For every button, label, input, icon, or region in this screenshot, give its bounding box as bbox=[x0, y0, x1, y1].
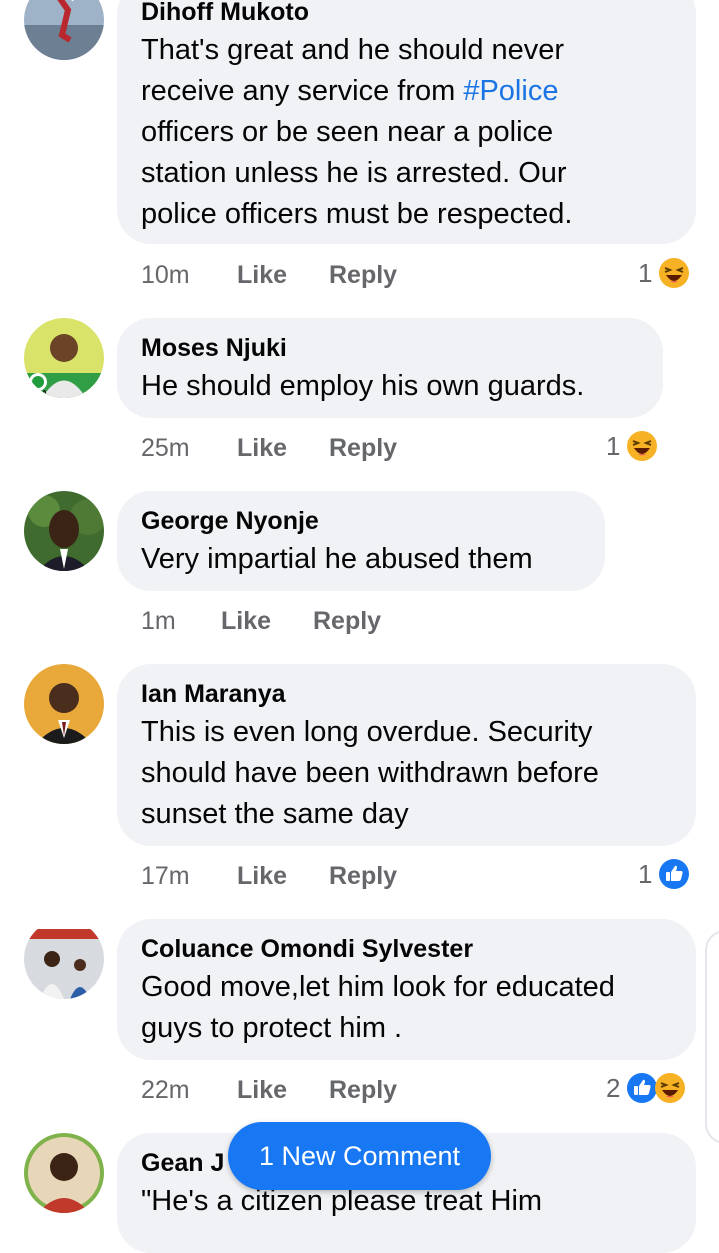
comment-text: He should employ his own guards. bbox=[141, 370, 585, 402]
uda-badge-text: UDA bbox=[30, 389, 48, 398]
comment-text: Good move,let him look for educated guys… bbox=[141, 971, 615, 1044]
like-button[interactable]: Like bbox=[237, 261, 287, 290]
like-button[interactable]: Like bbox=[237, 434, 287, 463]
haha-icon bbox=[654, 1072, 686, 1104]
commenter-name[interactable]: Moses Njuki bbox=[141, 334, 287, 363]
reaction-summary[interactable]: 2 bbox=[606, 1072, 686, 1104]
commenter-name[interactable]: George Nyonje bbox=[141, 507, 319, 536]
comment-text: That's great and he should never receive… bbox=[141, 34, 573, 230]
commenter-name[interactable]: Dihoff Mukoto bbox=[141, 0, 309, 27]
avatar[interactable] bbox=[24, 491, 104, 571]
commenter-name[interactable]: Coluance Omondi Sylvester bbox=[141, 935, 473, 964]
avatar[interactable] bbox=[24, 664, 104, 744]
comment-text: This is even long overdue. Security shou… bbox=[141, 716, 599, 830]
reaction-summary[interactable]: 1 bbox=[638, 257, 690, 289]
avatar[interactable] bbox=[24, 1133, 104, 1213]
comment-time: 22m bbox=[141, 1076, 190, 1104]
like-icon bbox=[658, 858, 690, 890]
avatar[interactable] bbox=[24, 0, 104, 60]
comment-bubble: Moses Njuki He should employ his own gua… bbox=[117, 318, 663, 418]
comment-time: 10m bbox=[141, 261, 190, 289]
reply-button[interactable]: Reply bbox=[329, 862, 397, 891]
comment-time: 17m bbox=[141, 862, 190, 890]
reply-button[interactable]: Reply bbox=[313, 607, 381, 636]
reaction-summary[interactable]: 1 bbox=[638, 858, 690, 890]
haha-icon bbox=[658, 257, 690, 289]
like-button[interactable]: Like bbox=[237, 1076, 287, 1105]
commenter-name[interactable]: Gean J bbox=[141, 1149, 224, 1178]
comment-bubble: George Nyonje Very impartial he abused t… bbox=[117, 491, 605, 591]
reaction-count: 2 bbox=[606, 1072, 621, 1103]
commenter-name[interactable]: Ian Maranya bbox=[141, 680, 286, 709]
reaction-summary[interactable]: 1 bbox=[606, 430, 658, 462]
comment-bubble: Dihoff Mukoto That's great and he should… bbox=[117, 0, 696, 244]
hashtag-link[interactable]: #Police bbox=[463, 75, 558, 107]
comment-text: Very impartial he abused them bbox=[141, 543, 533, 575]
reply-button[interactable]: Reply bbox=[329, 261, 397, 290]
avatar[interactable]: UDA bbox=[24, 318, 104, 398]
reaction-count: 1 bbox=[606, 430, 621, 461]
comment-time: 1m bbox=[141, 607, 176, 635]
like-button[interactable]: Like bbox=[237, 862, 287, 891]
like-button[interactable]: Like bbox=[221, 607, 271, 636]
comment-bubble: Coluance Omondi Sylvester Good move,let … bbox=[117, 919, 696, 1060]
scroll-handle[interactable] bbox=[705, 930, 719, 1144]
reply-button[interactable]: Reply bbox=[329, 434, 397, 463]
reaction-count: 1 bbox=[638, 858, 653, 889]
comment-bubble: Ian Maranya This is even long overdue. S… bbox=[117, 664, 696, 846]
avatar[interactable] bbox=[24, 919, 104, 999]
new-comment-button[interactable]: 1 New Comment bbox=[228, 1122, 491, 1190]
haha-icon bbox=[626, 430, 658, 462]
reaction-count: 1 bbox=[638, 257, 653, 288]
reply-button[interactable]: Reply bbox=[329, 1076, 397, 1105]
comment-time: 25m bbox=[141, 434, 190, 462]
